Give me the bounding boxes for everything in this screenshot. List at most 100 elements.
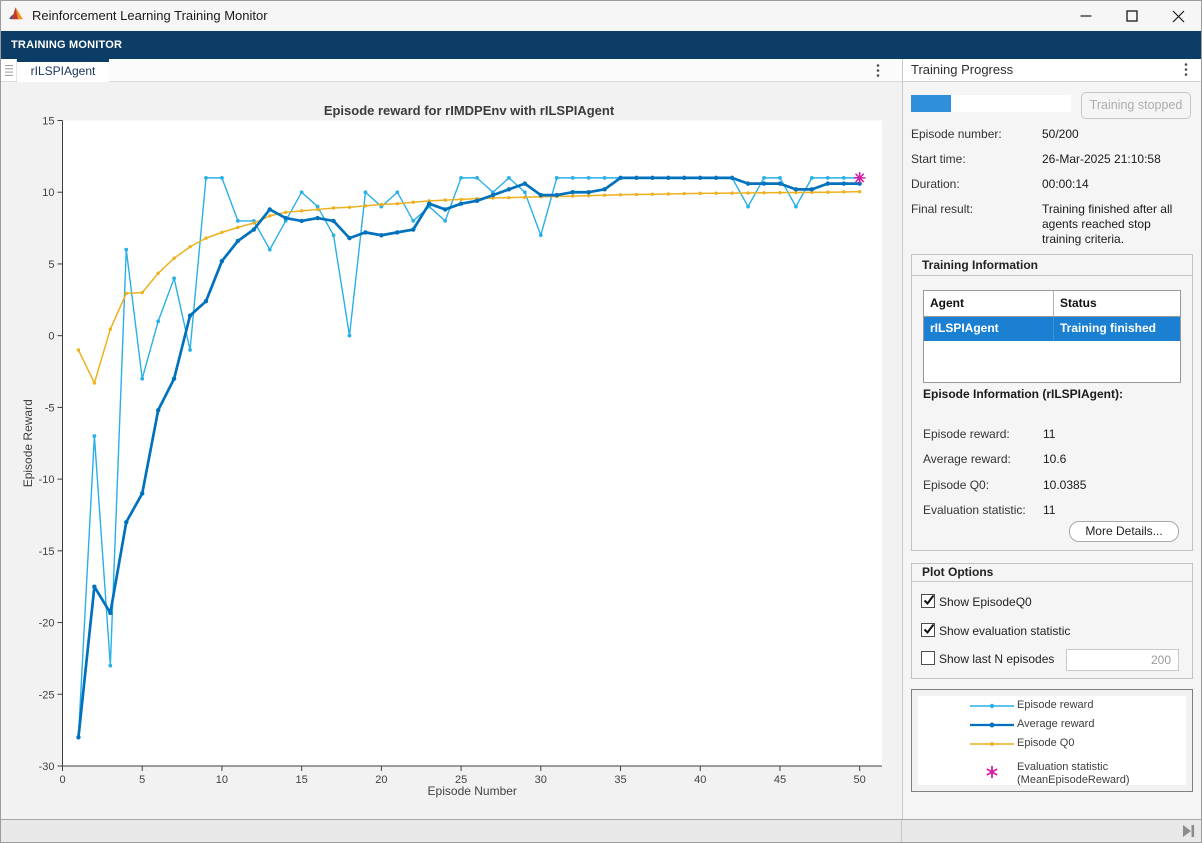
window-title: Reinforcement Learning Training Monitor	[32, 1, 268, 31]
maximize-button[interactable]	[1109, 1, 1155, 31]
legend-episode-reward-marker	[970, 701, 1014, 711]
episode-reward-value: 11	[1043, 427, 1055, 441]
svg-text:-5: -5	[45, 402, 55, 414]
training-information-group: Training Information Agent Status rILSPI…	[911, 254, 1193, 551]
training-progress-panel: Training stopped Episode number: 50/200 …	[902, 82, 1201, 819]
status-bar-divider	[901, 820, 902, 842]
svg-text:-10: -10	[39, 474, 55, 486]
app-window: Reinforcement Learning Training Monitor …	[0, 0, 1202, 843]
svg-text:15: 15	[296, 774, 308, 786]
legend-average-reward-marker	[970, 720, 1014, 730]
progress-bar	[911, 95, 1071, 112]
evaluation-statistic-label: Evaluation statistic:	[923, 503, 1026, 517]
plot-options-group: Plot Options Show EpisodeQ0 Show evaluat…	[911, 563, 1193, 679]
training-information-title: Training Information	[912, 255, 1192, 276]
svg-text:0: 0	[48, 331, 54, 343]
tab-label: rILSPIAgent	[17, 62, 109, 81]
episode-number-value: 50/200	[1042, 127, 1185, 142]
skip-to-end-icon[interactable]	[1182, 824, 1196, 838]
more-details-button[interactable]: More Details...	[1069, 521, 1179, 542]
chart-ylabel: Episode Reward	[21, 399, 35, 487]
check-icon	[922, 622, 936, 636]
close-icon	[1172, 10, 1185, 23]
duration-value: 00:00:14	[1042, 177, 1185, 192]
legend-episode-q0-label[interactable]: Episode Q0	[1017, 737, 1074, 750]
table-row[interactable]: rILSPIAgent Training finished	[924, 317, 1180, 341]
tab-strip-filler	[109, 59, 902, 81]
start-time-value: 26-Mar-2025 21:10:58	[1042, 152, 1185, 167]
grip-icon	[5, 64, 13, 77]
episode-reward-chart[interactable]: -30-25-20-15-10-505101505101520253035404…	[1, 82, 902, 819]
checkbox-show-episodeq0-label[interactable]: Show EpisodeQ0	[939, 595, 1032, 609]
checkbox-show-evaluation-statistic[interactable]	[921, 623, 935, 637]
svg-text:20: 20	[375, 774, 387, 786]
chart-xlabel: Episode Number	[428, 784, 517, 798]
agent-status-table: Agent Status rILSPIAgent Training finish…	[923, 290, 1181, 383]
svg-text:-15: -15	[39, 546, 55, 558]
title-bar: Reinforcement Learning Training Monitor	[1, 1, 1201, 31]
evaluation-statistic-value: 11	[1043, 503, 1055, 517]
checkbox-show-last-n-episodes-label[interactable]: Show last N episodes	[939, 652, 1054, 666]
episode-q0-value: 10.0385	[1043, 478, 1086, 492]
last-n-episodes-input[interactable]: 200	[1066, 649, 1179, 671]
status-bar	[1, 819, 1201, 842]
legend-evaluation-statistic-marker	[970, 765, 1014, 779]
svg-text:5: 5	[48, 259, 54, 271]
svg-text:35: 35	[614, 774, 626, 786]
average-reward-value: 10.6	[1043, 452, 1066, 466]
ribbon-tab-training-monitor[interactable]: TRAINING MONITOR	[11, 31, 122, 59]
svg-text:50: 50	[854, 774, 866, 786]
minimize-button[interactable]	[1063, 1, 1109, 31]
panel-menu-icon[interactable]	[1179, 62, 1193, 77]
svg-text:15: 15	[42, 116, 54, 128]
panel-header: Training Progress	[902, 59, 1201, 82]
start-time-label: Start time:	[911, 152, 966, 166]
maximize-icon	[1126, 10, 1138, 22]
legend-episode-q0-marker	[970, 739, 1014, 749]
final-result-value: Training finished after all agents reach…	[1042, 202, 1185, 247]
episode-reward-label: Episode reward:	[923, 427, 1010, 441]
svg-text:45: 45	[774, 774, 786, 786]
minimize-icon	[1080, 10, 1092, 22]
matlab-logo-icon	[9, 6, 25, 21]
legend-average-reward-label[interactable]: Average reward	[1017, 718, 1094, 731]
duration-label: Duration:	[911, 177, 960, 191]
checkbox-show-last-n-episodes[interactable]	[921, 651, 935, 665]
close-button[interactable]	[1155, 1, 1201, 31]
training-stopped-button[interactable]: Training stopped	[1081, 92, 1191, 119]
tab-rilspiagent[interactable]: rILSPIAgent	[17, 59, 109, 82]
table-cell-status: Training finished	[1053, 317, 1180, 341]
final-result-label: Final result:	[911, 202, 973, 216]
plot-background	[63, 121, 883, 767]
checkbox-show-evaluation-statistic-label[interactable]: Show evaluation statistic	[939, 624, 1070, 638]
checkbox-show-episodeq0[interactable]	[921, 594, 935, 608]
legend-episode-reward-label[interactable]: Episode reward	[1017, 699, 1093, 712]
panel-title: Training Progress	[911, 59, 1013, 80]
table-header-status: Status	[1053, 291, 1180, 316]
chart-title: Episode reward for rIMDPEnv with rILSPIA…	[324, 103, 615, 118]
table-cell-agent: rILSPIAgent	[924, 317, 1053, 341]
svg-text:-25: -25	[39, 689, 55, 701]
check-icon	[922, 593, 936, 607]
svg-text:30: 30	[535, 774, 547, 786]
svg-text:0: 0	[59, 774, 65, 786]
tab-strip-menu-icon[interactable]	[871, 63, 885, 78]
chart-area: -30-25-20-15-10-505101505101520253035404…	[1, 82, 902, 819]
ribbon-bar: TRAINING MONITOR	[1, 31, 1201, 59]
progress-bar-fill	[911, 95, 951, 112]
svg-text:5: 5	[139, 774, 145, 786]
svg-text:-30: -30	[39, 761, 55, 773]
plot-options-title: Plot Options	[912, 564, 1192, 582]
svg-text:-20: -20	[39, 618, 55, 630]
episode-information-title: Episode Information (rILSPIAgent):	[923, 387, 1123, 401]
legend-evaluation-statistic-label[interactable]: Evaluation statistic (MeanEpisodeReward)	[1017, 761, 1130, 787]
episode-number-label: Episode number:	[911, 127, 1002, 141]
table-header-agent: Agent	[924, 291, 1053, 316]
evaluation-statistic-marker	[854, 173, 864, 183]
svg-text:10: 10	[42, 187, 54, 199]
document-tab-strip: rILSPIAgent	[1, 59, 902, 82]
svg-text:40: 40	[694, 774, 706, 786]
average-reward-label: Average reward:	[923, 452, 1011, 466]
tab-grip-handle[interactable]	[1, 59, 17, 81]
chart-legend: Episode reward Average reward Episode Q0…	[911, 689, 1193, 792]
